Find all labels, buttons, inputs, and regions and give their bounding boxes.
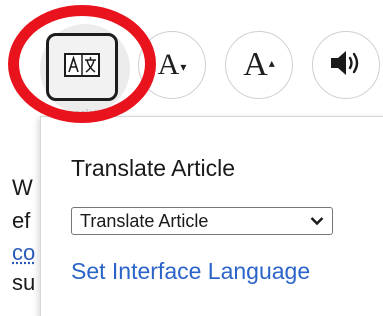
- set-interface-language-link[interactable]: Set Interface Language: [71, 258, 310, 285]
- article-text-fragment: su: [12, 270, 36, 295]
- translate-language-select[interactable]: Translate Article: [71, 207, 333, 235]
- select-value: Translate Article: [80, 210, 209, 231]
- speaker-icon: [329, 48, 363, 83]
- reader-toolbar-screen: W ef co su Translate A ▾ A ▴ Translate A…: [0, 0, 383, 316]
- article-text-fragment: W: [12, 175, 33, 200]
- article-text-fragment: ef: [12, 208, 31, 233]
- increase-font-icon: A ▴: [243, 46, 275, 83]
- listen-button[interactable]: [312, 31, 380, 99]
- decrease-font-icon: A ▾: [157, 48, 187, 81]
- decrease-font-size-button[interactable]: A ▾: [138, 31, 206, 99]
- panel-title: Translate Article: [71, 155, 236, 181]
- translate-icon: [64, 52, 100, 82]
- translate-panel: Translate Article Translate Article Set …: [40, 116, 383, 316]
- increase-font-size-button[interactable]: A ▴: [225, 31, 293, 99]
- chevron-down-icon: [310, 214, 324, 228]
- translate-button[interactable]: [46, 33, 118, 101]
- article-link-fragment[interactable]: co: [12, 240, 35, 266]
